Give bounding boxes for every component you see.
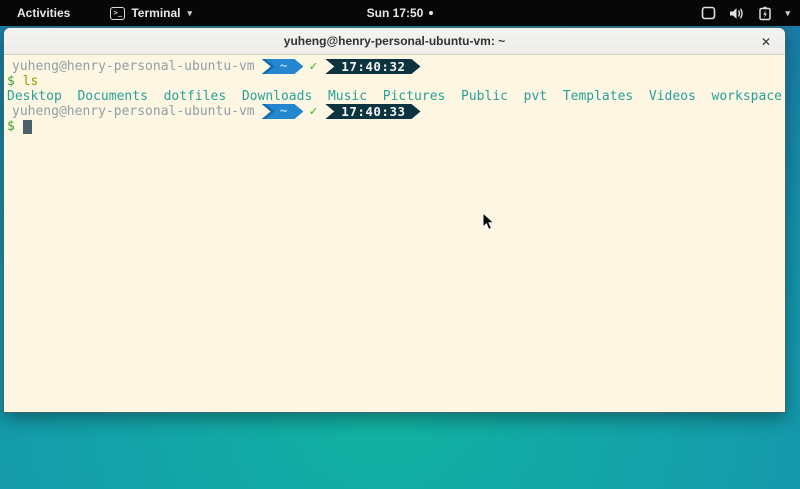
app-menu-terminal[interactable]: >_ Terminal ▾ <box>110 6 192 20</box>
prompt-user-host: yuheng@henry-personal-ubuntu-vm <box>12 104 255 119</box>
app-menu-label: Terminal <box>131 6 180 20</box>
time-segment: 17:40:32 <box>325 59 420 74</box>
directory-item: Templates <box>563 89 633 104</box>
directory-item: Pictures <box>383 89 446 104</box>
directory-item: Videos <box>649 89 696 104</box>
prompt-line: yuheng@henry-personal-ubuntu-vm ~ ✓ 17:4… <box>4 104 785 119</box>
volume-icon <box>729 7 745 20</box>
terminal-content[interactable]: yuheng@henry-personal-ubuntu-vm ~ ✓ 17:4… <box>4 56 785 412</box>
directory-item: Downloads <box>242 89 312 104</box>
battery-charging-icon <box>758 6 772 21</box>
terminal-icon: >_ <box>110 7 125 20</box>
clock-label: Sun 17:50 <box>367 6 424 20</box>
cwd-segment: ~ <box>262 59 304 74</box>
status-check-icon: ✓ <box>309 104 317 119</box>
directory-item: pvt <box>524 89 547 104</box>
desktop: Activities >_ Terminal ▾ Sun 17:50 <box>0 0 800 489</box>
directory-item: dotfiles <box>164 89 227 104</box>
directory-item: Music <box>328 89 367 104</box>
window-titlebar[interactable]: yuheng@henry-personal-ubuntu-vm: ~ ✕ <box>4 28 785 55</box>
chevron-down-icon: ▾ <box>187 8 192 19</box>
prompt-user-host: yuheng@henry-personal-ubuntu-vm <box>12 59 255 74</box>
prompt-symbol: $ <box>7 74 15 89</box>
input-line: $ <box>4 119 785 134</box>
prompt-line: yuheng@henry-personal-ubuntu-vm ~ ✓ 17:4… <box>4 59 785 74</box>
prompt-symbol: $ <box>7 119 15 134</box>
screen-icon <box>701 6 716 20</box>
directory-item: Desktop <box>7 89 62 104</box>
time-segment: 17:40:33 <box>325 104 420 119</box>
close-button[interactable]: ✕ <box>755 28 777 55</box>
notification-dot <box>429 11 433 15</box>
command-text: ls <box>23 74 39 89</box>
chevron-down-icon: ▾ <box>785 8 790 19</box>
terminal-cursor <box>23 120 32 134</box>
directory-item: Documents <box>77 89 147 104</box>
listing-line: Desktop Documents dotfiles Downloads Mus… <box>4 89 785 104</box>
system-status-menu[interactable]: ▾ <box>701 6 790 21</box>
directory-item: workspace <box>712 89 782 104</box>
activities-button[interactable]: Activities <box>13 4 74 22</box>
directory-item: Public <box>461 89 508 104</box>
terminal-window: yuheng@henry-personal-ubuntu-vm: ~ ✕ yuh… <box>3 27 786 413</box>
cwd-segment: ~ <box>262 104 304 119</box>
status-check-icon: ✓ <box>309 59 317 74</box>
window-title: yuheng@henry-personal-ubuntu-vm: ~ <box>284 34 505 48</box>
command-line: $ ls <box>4 74 785 89</box>
gnome-top-bar: Activities >_ Terminal ▾ Sun 17:50 <box>0 0 800 26</box>
